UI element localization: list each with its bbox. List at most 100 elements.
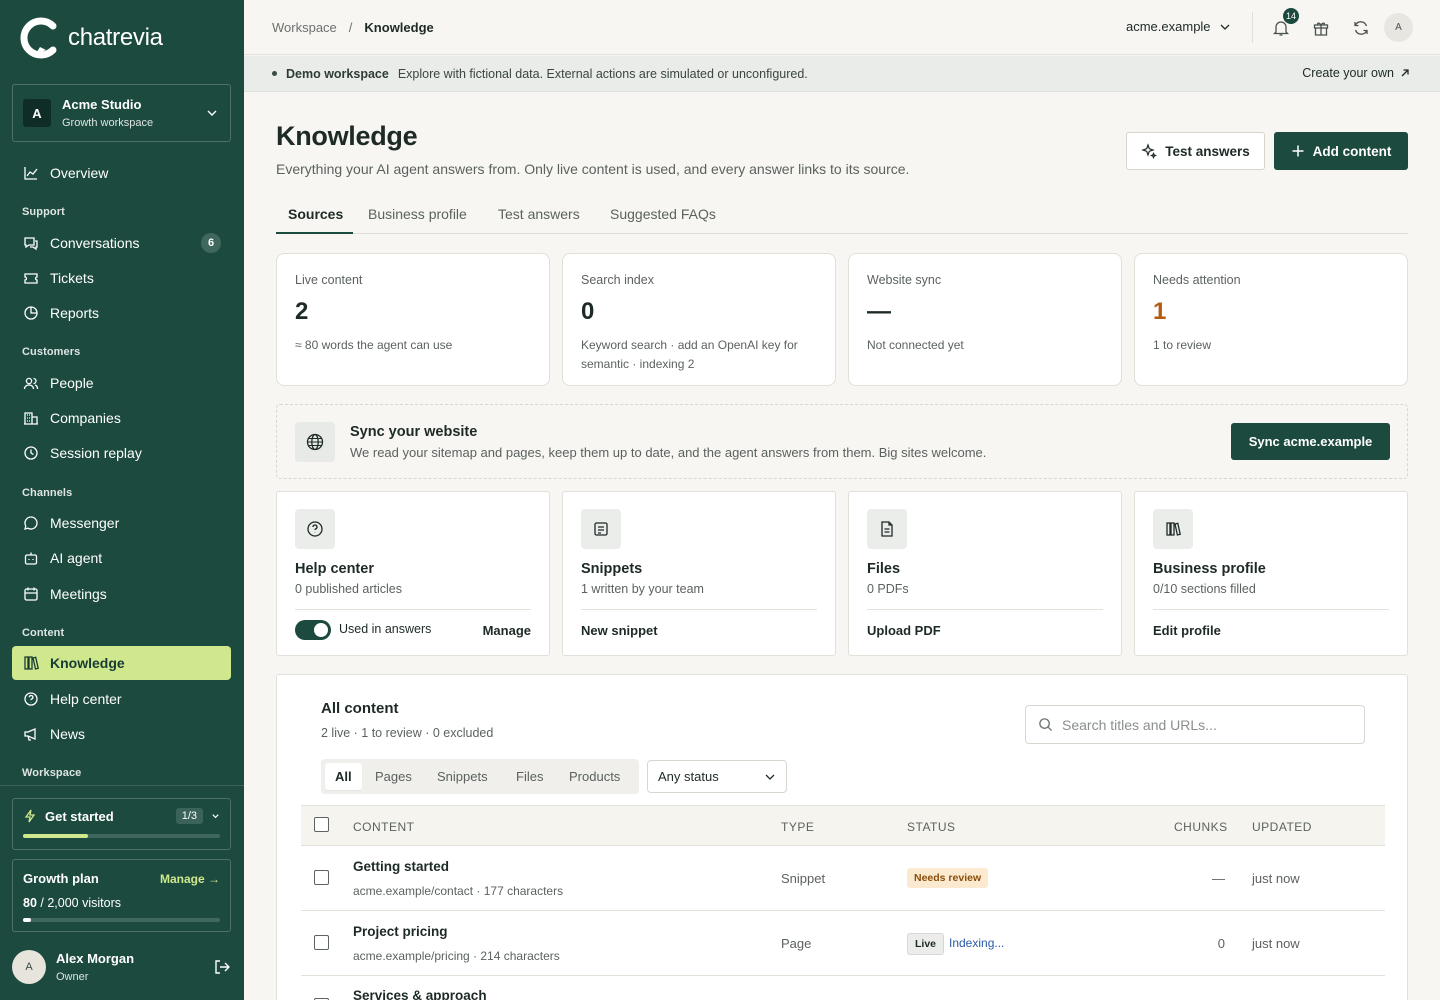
sidebar-item-meetings[interactable]: Meetings	[12, 577, 231, 611]
stat-value: —	[867, 298, 891, 325]
nav-section-channels: Channels	[22, 487, 73, 499]
source-title: Help center	[295, 561, 374, 577]
workspace-avatar: A	[23, 99, 51, 127]
breadcrumb: Workspace / Knowledge	[272, 20, 434, 35]
sidebar-item-help-center[interactable]: Help center	[12, 682, 231, 716]
edit-profile-link[interactable]: Edit profile	[1153, 623, 1221, 638]
note-icon	[581, 509, 621, 549]
logout-icon[interactable]	[213, 958, 231, 976]
row-title[interactable]: Services & approach	[353, 988, 487, 1000]
column-header-content[interactable]: CONTENT	[353, 820, 415, 834]
source-divider	[581, 609, 817, 610]
get-started-progress	[23, 834, 220, 838]
column-header-type[interactable]: TYPE	[781, 820, 814, 834]
manage-help-center-link[interactable]: Manage	[483, 623, 531, 638]
sidebar-item-messenger[interactable]: Messenger	[12, 506, 231, 540]
column-header-updated[interactable]: UPDATED	[1252, 820, 1312, 834]
user-profile[interactable]: A Alex Morgan Owner	[12, 946, 231, 988]
topbar-divider	[1252, 12, 1253, 43]
sidebar-item-knowledge[interactable]: Knowledge	[12, 646, 231, 680]
source-title: Files	[867, 561, 901, 577]
sidebar-item-people[interactable]: People	[12, 366, 231, 400]
status-badge: Live	[907, 933, 945, 955]
tab-sources[interactable]: Sources	[288, 206, 343, 222]
select-all-checkbox[interactable]	[314, 817, 329, 832]
chevron-down-icon	[764, 771, 776, 783]
pie-chart-icon	[22, 304, 40, 322]
sidebar-item-tickets[interactable]: Tickets	[12, 261, 231, 295]
stat-card-needs-attention[interactable]: Needs attention 1 1 to review	[1134, 253, 1408, 386]
chevron-down-icon	[206, 107, 218, 119]
status-filter-select[interactable]: Any status	[647, 760, 787, 793]
nav-section-support: Support	[22, 206, 65, 218]
stat-label: Live content	[295, 273, 363, 287]
source-subtitle: 0 published articles	[295, 582, 403, 596]
banner-label: Demo workspace	[286, 66, 389, 81]
refresh-icon[interactable]	[1351, 18, 1371, 38]
nav-section-customers: Customers	[22, 346, 81, 358]
indexing-status: Indexing...	[949, 936, 1005, 950]
row-title[interactable]: Getting started	[353, 859, 449, 874]
add-content-button[interactable]: Add content	[1274, 132, 1408, 170]
sync-website-button[interactable]: Sync acme.example	[1231, 423, 1390, 460]
avatar[interactable]: A	[1384, 13, 1413, 42]
workspace-switcher[interactable]: A Acme Studio Growth workspace	[12, 84, 231, 142]
row-title[interactable]: Project pricing	[353, 924, 448, 939]
search-input[interactable]: Search titles and URLs...	[1025, 705, 1365, 744]
domain-selector[interactable]: acme.example	[1126, 19, 1231, 34]
row-checkbox[interactable]	[314, 935, 329, 950]
tab-test-answers[interactable]: Test answers	[498, 206, 580, 222]
sidebar-item-label: Conversations	[50, 235, 140, 251]
sidebar-item-news[interactable]: News	[12, 717, 231, 751]
sidebar-item-ai-agent[interactable]: AI agent	[12, 541, 231, 575]
nav-section-content: Content	[22, 627, 65, 639]
source-subtitle: 1 written by your team	[581, 582, 704, 596]
sidebar: chatrevia A Acme Studio Growth workspace…	[0, 0, 244, 1000]
table-row[interactable]: Getting started acme.example/contact · 1…	[301, 846, 1385, 911]
row-checkbox[interactable]	[314, 870, 329, 885]
test-answers-button[interactable]: Test answers	[1126, 132, 1265, 170]
help-circle-icon	[295, 509, 335, 549]
filter-products[interactable]: Products	[559, 763, 630, 790]
sidebar-item-conversations[interactable]: Conversations 6	[12, 226, 231, 260]
create-workspace-link[interactable]: Create your own	[1302, 66, 1410, 80]
tab-business-profile[interactable]: Business profile	[368, 206, 467, 222]
stat-value: 0	[581, 298, 595, 325]
chevron-down-icon	[1219, 21, 1231, 33]
table-header: CONTENT TYPE STATUS CHUNKS UPDATED	[301, 805, 1385, 846]
sidebar-item-companies[interactable]: Companies	[12, 401, 231, 435]
column-header-status[interactable]: STATUS	[907, 820, 956, 834]
banner-text: Explore with fictional data. External ac…	[397, 66, 808, 81]
new-snippet-link[interactable]: New snippet	[581, 623, 658, 638]
status-filter-value: Any status	[658, 769, 719, 784]
bell-icon[interactable]: 14	[1271, 8, 1299, 38]
table-row[interactable]: Services & approach	[301, 976, 1385, 1000]
gift-icon[interactable]	[1311, 18, 1331, 38]
row-updated: just now	[1252, 936, 1300, 951]
sidebar-divider	[0, 785, 244, 786]
chevron-down-icon	[211, 812, 220, 821]
banner-cta-label: Create your own	[1302, 66, 1394, 80]
filter-files[interactable]: Files	[506, 763, 553, 790]
sync-description: We read your sitemap and pages, keep the…	[350, 445, 987, 460]
column-header-chunks[interactable]: CHUNKS	[1174, 820, 1228, 834]
tab-suggested-faqs[interactable]: Suggested FAQs	[610, 206, 716, 222]
search-icon	[1038, 717, 1053, 732]
arrow-up-right-icon	[1400, 68, 1410, 78]
status-badge: Needs review	[907, 868, 989, 888]
sidebar-item-session-replay[interactable]: Session replay	[12, 436, 231, 470]
breadcrumb-root[interactable]: Workspace	[272, 20, 337, 35]
sync-website-card: Sync your website We read your sitemap a…	[276, 404, 1408, 479]
building-icon	[22, 409, 40, 427]
sidebar-item-reports[interactable]: Reports	[12, 296, 231, 330]
sidebar-item-overview[interactable]: Overview	[12, 156, 231, 190]
table-row[interactable]: Project pricing acme.example/pricing · 2…	[301, 911, 1385, 976]
filter-pages[interactable]: Pages	[365, 763, 422, 790]
filter-all[interactable]: All	[325, 763, 362, 790]
brand-logo[interactable]: chatrevia	[20, 17, 163, 59]
get-started-card[interactable]: Get started 1/3	[12, 798, 231, 850]
filter-snippets[interactable]: Snippets	[427, 763, 498, 790]
plan-manage-link[interactable]: Manage →	[160, 872, 220, 886]
upload-pdf-link[interactable]: Upload PDF	[867, 623, 941, 638]
used-in-answers-toggle[interactable]	[295, 620, 331, 640]
